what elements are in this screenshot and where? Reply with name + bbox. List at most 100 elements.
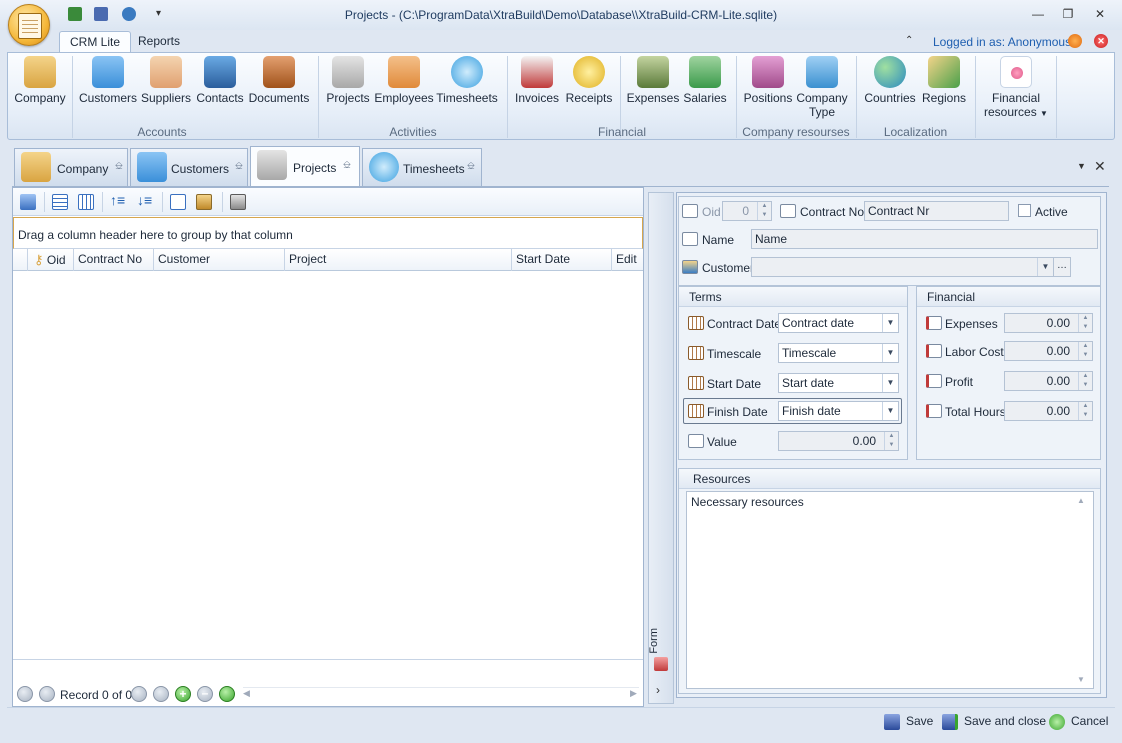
doc-tab-timesheets[interactable]: Timesheets ⎒ — [362, 148, 482, 187]
chevron-down-icon[interactable]: ▼ — [1037, 258, 1053, 276]
scroll-right-icon[interactable]: ▶ — [630, 688, 637, 699]
total-hours-spin-icon[interactable]: ▲ ▼ — [1078, 402, 1092, 420]
profit-field[interactable]: 0.00 ▲ ▼ — [1004, 371, 1093, 391]
salary-icon — [689, 56, 721, 88]
ribbon-invoices-button[interactable]: Invoices — [513, 56, 561, 118]
ribbon-documents-button[interactable]: Documents — [248, 56, 310, 118]
ribbon-projects-button[interactable]: Projects — [324, 56, 372, 118]
value-field[interactable]: 0.00 ▲ ▼ — [778, 431, 899, 451]
contract-date-field[interactable]: Contract date ▼ — [778, 313, 899, 333]
ribbon-timesheets-button[interactable]: Timesheets — [436, 56, 498, 118]
ribbon-receipts-button[interactable]: Receipts — [564, 56, 614, 118]
ribbon-company-button[interactable]: Company — [14, 56, 66, 118]
ribbon-contacts-button[interactable]: Contacts — [196, 56, 244, 118]
cancel-button[interactable]: Cancel — [1049, 713, 1108, 731]
timescale-field[interactable]: Timescale ▼ — [778, 343, 899, 363]
pin-icon[interactable]: ⎒ — [467, 161, 475, 172]
name-field[interactable]: Name — [751, 229, 1098, 249]
ribbon-financial-resources-button[interactable]: Financial resources ▼ — [980, 56, 1052, 126]
total-hours-field[interactable]: 0.00 ▲ ▼ — [1004, 401, 1093, 421]
paste-icon[interactable] — [196, 194, 212, 210]
maximize-button[interactable]: ❐ — [1058, 6, 1078, 22]
doc-tab-projects[interactable]: Projects ⎒ — [250, 146, 360, 187]
scroll-down-icon[interactable]: ▼ — [1077, 675, 1085, 684]
ribbon-company-type-button[interactable]: Company Type — [796, 56, 848, 126]
ribbon-salaries-button[interactable]: Salaries — [683, 56, 727, 118]
first-record-button[interactable] — [17, 686, 33, 702]
table-view-icon[interactable] — [52, 194, 68, 210]
scroll-left-icon[interactable]: ◀ — [243, 688, 250, 699]
logged-in-label[interactable]: Logged in as: Anonymous — [933, 35, 1071, 49]
delete-record-button[interactable]: – — [197, 686, 213, 702]
tab-reports[interactable]: Reports — [128, 31, 190, 53]
add-record-button[interactable]: + — [175, 686, 191, 702]
value-spin-icon[interactable]: ▲ ▼ — [884, 432, 898, 450]
oid-spin-icon: ▲ ▼ — [757, 202, 771, 220]
start-date-field[interactable]: Start date ▼ — [778, 373, 899, 393]
application-menu-button[interactable] — [8, 4, 50, 46]
resources-textarea[interactable]: Necessary resources — [686, 491, 1094, 689]
ribbon-regions-button[interactable]: Regions — [920, 56, 968, 118]
close-tab-icon[interactable]: ✕ — [1094, 158, 1106, 175]
column-header-customer[interactable]: Customer — [153, 249, 284, 271]
close-button[interactable]: ✕ — [1090, 6, 1110, 22]
card-view-icon[interactable] — [78, 194, 94, 210]
print-icon[interactable] — [230, 194, 246, 210]
grid-settings-icon[interactable] — [20, 194, 36, 210]
sort-descending-icon[interactable]: ↓≡ — [137, 192, 152, 208]
column-header-edit[interactable]: Edit — [611, 249, 643, 271]
expenses-field[interactable]: 0.00 ▲ ▼ — [1004, 313, 1093, 333]
column-header-start-date[interactable]: Start Date — [511, 249, 612, 271]
total-hours-label: Total Hours — [945, 405, 1006, 419]
column-header-project[interactable]: Project — [284, 249, 511, 271]
chevron-down-icon[interactable]: ▼ — [882, 402, 898, 420]
column-header-contract-no[interactable]: Contract No — [73, 249, 154, 271]
form-icon — [654, 657, 668, 671]
contract-no-field[interactable]: Contract Nr — [864, 201, 1009, 221]
ribbon-employees-button[interactable]: Employees — [374, 56, 434, 118]
customer-browse-button[interactable]: … — [1053, 257, 1071, 277]
tab-crm-lite[interactable]: CRM Lite — [59, 31, 132, 53]
labor-cost-spin-icon[interactable]: ▲ ▼ — [1078, 342, 1092, 360]
column-header-oid[interactable]: ⚷ Oid — [27, 249, 74, 271]
sort-ascending-icon[interactable]: ↑≡ — [110, 192, 125, 208]
horizontal-scrollbar[interactable] — [243, 687, 639, 701]
refresh-records-button[interactable] — [219, 686, 235, 702]
active-checkbox[interactable] — [1018, 204, 1031, 217]
expand-form-icon[interactable]: › — [656, 683, 660, 697]
labor-cost-field[interactable]: 0.00 ▲ ▼ — [1004, 341, 1093, 361]
form-side-label[interactable]: Form — [648, 628, 674, 654]
scroll-up-icon[interactable]: ▲ — [1077, 496, 1085, 505]
tab-list-dropdown-icon[interactable]: ▼ — [1077, 161, 1086, 171]
doc-tab-company[interactable]: Company ⎒ — [14, 148, 128, 187]
last-record-button[interactable] — [153, 686, 169, 702]
expenses-spin-icon[interactable]: ▲ ▼ — [1078, 314, 1092, 332]
save-button[interactable]: Save — [884, 713, 933, 731]
prev-record-button[interactable] — [39, 686, 55, 702]
doc-tab-customers[interactable]: Customers ⎒ — [130, 148, 248, 187]
pin-icon[interactable]: ⎒ — [115, 161, 123, 172]
customer-lookup[interactable]: ▼ — [751, 257, 1054, 277]
copy-icon[interactable] — [170, 194, 186, 210]
ribbon-positions-button[interactable]: Positions — [742, 56, 794, 118]
minimize-button[interactable]: — — [1028, 6, 1048, 22]
pin-icon[interactable]: ⎒ — [343, 160, 351, 171]
pin-icon[interactable]: ⎒ — [235, 161, 243, 172]
chevron-down-icon[interactable]: ▼ — [882, 374, 898, 392]
group-by-panel[interactable]: Drag a column header here to group by th… — [13, 217, 643, 249]
ribbon-customers-button[interactable]: Customers — [78, 56, 138, 118]
ribbon-countries-button[interactable]: Countries — [862, 56, 918, 118]
ribbon-expenses-button[interactable]: Expenses — [625, 56, 681, 118]
finish-date-field[interactable]: Finish date ▼ — [778, 401, 899, 421]
logout-icon[interactable] — [1068, 34, 1082, 48]
save-and-close-button[interactable]: Save and close — [942, 713, 1046, 731]
chevron-down-icon[interactable]: ▼ — [882, 314, 898, 332]
chevron-down-icon[interactable]: ▼ — [882, 344, 898, 362]
profit-spin-icon[interactable]: ▲ ▼ — [1078, 372, 1092, 390]
collapse-ribbon-icon[interactable]: ⌃ — [905, 35, 913, 46]
exit-icon[interactable]: ✕ — [1094, 34, 1108, 48]
grid-body[interactable] — [13, 271, 643, 659]
next-record-button[interactable] — [131, 686, 147, 702]
ribbon-suppliers-button[interactable]: Suppliers — [140, 56, 192, 118]
calculated-field-icon — [926, 316, 942, 330]
